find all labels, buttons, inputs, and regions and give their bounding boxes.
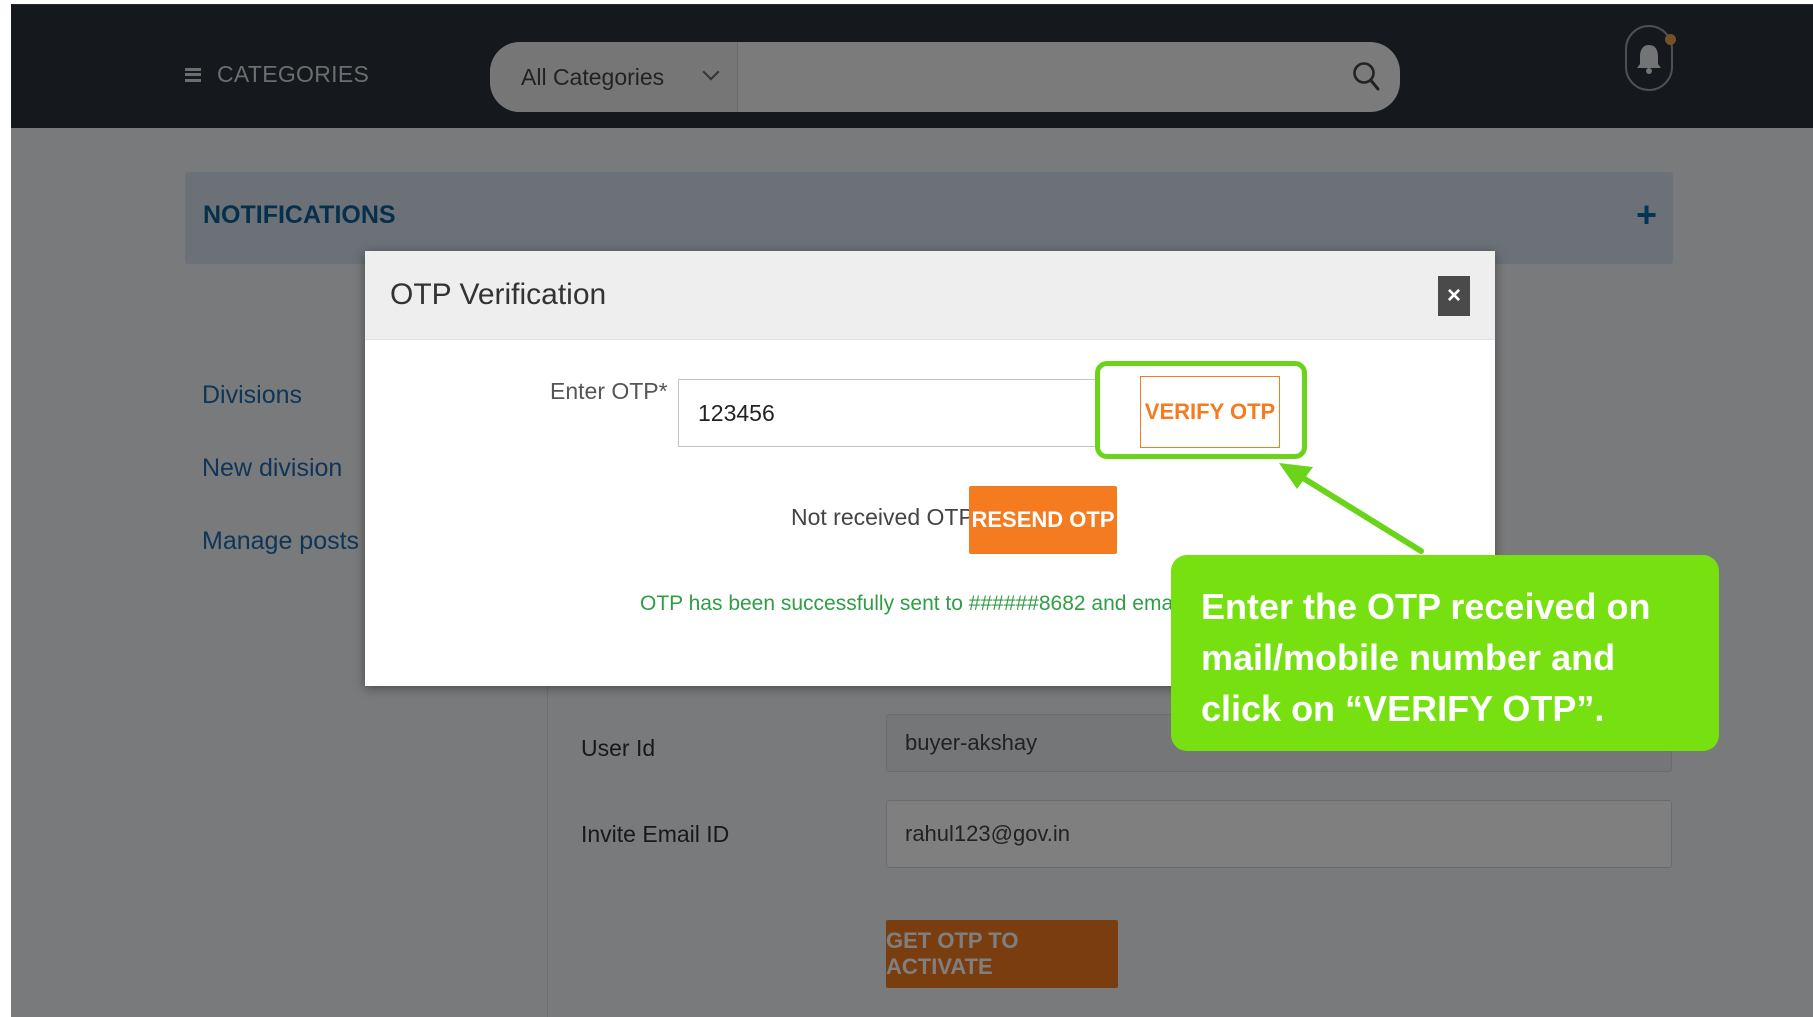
otp-input[interactable]: [678, 379, 1098, 447]
not-received-text: Not received OTP?: [791, 504, 987, 530]
verify-highlight-box: [1095, 361, 1307, 459]
otp-label: Enter OTP*: [550, 378, 668, 404]
close-icon[interactable]: ×: [1438, 276, 1470, 316]
app-frame: CATEGORIES All Categories NOTIFICATIONS …: [11, 4, 1813, 1017]
modal-title: OTP Verification: [390, 278, 607, 311]
resend-otp-button[interactable]: RESEND OTP: [969, 486, 1117, 554]
arrow-icon: [1279, 463, 1424, 554]
callout-text: Enter the OTP received on mail/mobile nu…: [1201, 586, 1651, 729]
instruction-callout: Enter the OTP received on mail/mobile nu…: [1171, 555, 1719, 751]
otp-success-message: OTP has been successfully sent to ######…: [640, 592, 1257, 615]
modal-header: OTP Verification ×: [365, 251, 1495, 340]
